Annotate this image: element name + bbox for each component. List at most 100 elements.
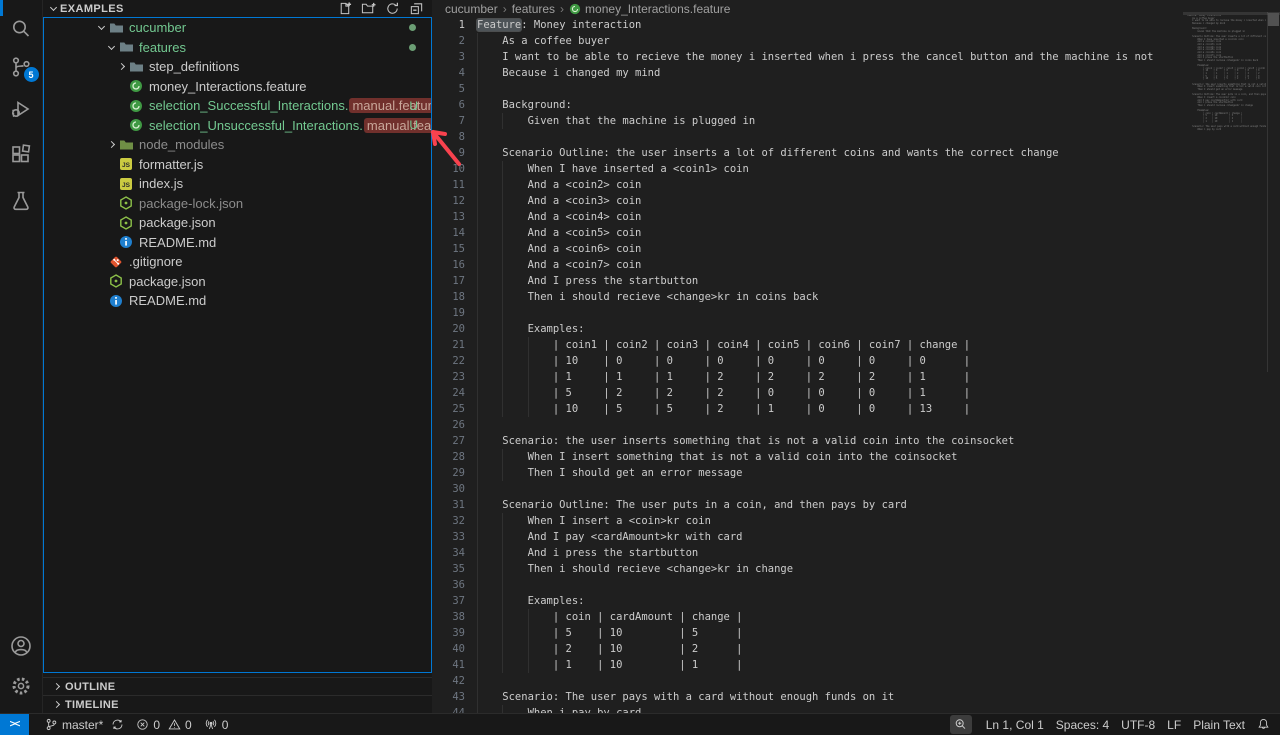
language-mode-status[interactable]: Plain Text [1187,714,1251,735]
cursor-position-status[interactable]: Ln 1, Col 1 [980,714,1050,735]
search-icon[interactable] [0,16,43,42]
minimap-slider[interactable] [1268,13,1279,26]
eol-status[interactable]: LF [1161,714,1187,735]
code-line[interactable]: 28 When I insert something that is not a… [432,449,1280,465]
code-line[interactable]: 19 [432,305,1280,321]
code-line[interactable]: 20 Examples: [432,321,1280,337]
code-line[interactable]: 31 Scenario Outline: The user puts in a … [432,497,1280,513]
code-line[interactable]: 21 | coin1 | coin2 | coin3 | coin4 | coi… [432,337,1280,353]
code-line[interactable]: 34 And i press the startbutton [432,545,1280,561]
chevron-down-icon[interactable] [94,26,108,29]
tree-item-selection-successful-interactions-[interactable]: selection_Successful_Interactions.manual… [44,96,431,116]
refresh-icon[interactable] [384,1,400,17]
code-line[interactable]: 9 Scenario Outline: the user inserts a l… [432,145,1280,161]
breadcrumb-folder[interactable]: features [512,2,555,16]
tree-item-label: money_Interactions.feature [149,79,307,94]
code-line[interactable]: 18 Then i should recieve <change>kr in c… [432,289,1280,305]
tree-item-package-json[interactable]: package.json [44,213,431,233]
problems-status[interactable]: 0 0 [130,714,197,735]
code-line[interactable]: 16 And a <coin7> coin [432,257,1280,273]
code-line[interactable]: 38 | coin | cardAmount | change | [432,609,1280,625]
code-line[interactable]: 23 | 1 | 1 | 1 | 2 | 2 | 2 | 2 | 1 | [432,369,1280,385]
collapse-all-icon[interactable] [408,1,424,17]
explorer-header[interactable]: EXAMPLES [43,0,432,17]
breadcrumb-folder[interactable]: cucumber [445,2,498,16]
account-icon[interactable] [0,633,43,659]
code-line[interactable]: 3 I want to be able to recieve the money… [432,49,1280,65]
tree-item-cucumber[interactable]: cucumber [44,18,431,38]
code-editor[interactable]: 1Feature: Money interaction2 As a coffee… [432,17,1280,713]
tree-item-package-json[interactable]: package.json [44,272,431,292]
chevron-right-icon[interactable] [114,64,128,69]
tree-item-readme-md[interactable]: README.md [44,233,431,253]
code-line[interactable]: 44 When i pay by card [432,705,1280,713]
code-line[interactable]: 2 As a coffee buyer [432,33,1280,49]
code-line[interactable]: 30 [432,481,1280,497]
code-line-text: And a <coin4> coin [477,209,641,225]
git-branch-status[interactable]: master* [39,714,130,735]
tree-item-selection-unsuccessful-interactions-[interactable]: selection_Unsuccessful_Interactions.manu… [44,116,431,136]
notifications-bell-icon[interactable] [1251,714,1280,735]
testing-icon[interactable] [0,188,43,214]
code-line[interactable]: 7 Given that the machine is plugged in [432,113,1280,129]
tree-item-formatter-js[interactable]: JSformatter.js [44,155,431,175]
tree-item-step-definitions[interactable]: step_definitions [44,57,431,77]
code-line[interactable]: 39 | 5 | 10 | 5 | [432,625,1280,641]
code-line[interactable]: 43 Scenario: The user pays with a card w… [432,689,1280,705]
code-line[interactable]: 41 | 1 | 10 | 1 | [432,657,1280,673]
code-line[interactable]: 6 Background: [432,97,1280,113]
code-line[interactable]: 10 When I have inserted a <coin1> coin [432,161,1280,177]
code-line[interactable]: 26 [432,417,1280,433]
new-file-icon[interactable] [336,1,352,17]
code-line[interactable]: 11 And a <coin2> coin [432,177,1280,193]
encoding-status[interactable]: UTF-8 [1115,714,1161,735]
run-debug-icon[interactable] [0,96,43,122]
settings-gear-icon[interactable] [0,673,43,699]
tree-item--gitignore[interactable]: .gitignore [44,252,431,272]
code-line[interactable]: 40 | 2 | 10 | 2 | [432,641,1280,657]
code-line[interactable]: 29 Then I should get an error message [432,465,1280,481]
breadcrumb-file[interactable]: money_Interactions.feature [569,2,730,16]
extensions-icon[interactable] [0,142,43,168]
code-line[interactable]: 13 And a <coin4> coin [432,209,1280,225]
code-line[interactable]: 1Feature: Money interaction [432,17,1280,33]
tree-item-features[interactable]: features [44,38,431,58]
minimap[interactable]: Feature: Money interaction As a coffee b… [1183,12,1280,713]
chevron-right-icon[interactable] [104,142,118,147]
file-tree[interactable]: cucumberfeaturesstep_definitions money_In… [43,17,432,673]
code-line[interactable]: 5 [432,81,1280,97]
chevron-down-icon[interactable] [104,46,118,49]
code-line[interactable]: 27 Scenario: the user inserts something … [432,433,1280,449]
code-line[interactable]: 4 Because i changed my mind [432,65,1280,81]
code-line[interactable]: 24 | 5 | 2 | 2 | 2 | 0 | 0 | 0 | 1 | [432,385,1280,401]
ports-status[interactable]: 0 [198,714,235,735]
remote-indicator[interactable]: >< [0,714,29,735]
code-line[interactable]: 8 [432,129,1280,145]
breadcrumb[interactable]: cucumber › features › money_Interactions… [432,0,1280,17]
code-line[interactable]: 37 Examples: [432,593,1280,609]
new-folder-icon[interactable] [360,1,376,17]
line-number: 5 [432,81,465,97]
code-line[interactable]: 25 | 10 | 5 | 5 | 2 | 1 | 0 | 0 | 13 | [432,401,1280,417]
zoom-tool-icon[interactable] [950,715,972,734]
code-line[interactable]: 36 [432,577,1280,593]
tree-item-readme-md[interactable]: README.md [44,291,431,311]
tree-item-index-js[interactable]: JSindex.js [44,174,431,194]
code-line[interactable]: 15 And a <coin6> coin [432,241,1280,257]
code-line[interactable]: 17 And I press the startbutton [432,273,1280,289]
code-line[interactable]: 14 And a <coin5> coin [432,225,1280,241]
indent-guide [502,289,503,305]
timeline-panel-header[interactable]: TIMELINE [43,695,432,713]
code-line[interactable]: 22 | 10 | 0 | 0 | 0 | 0 | 0 | 0 | 0 | [432,353,1280,369]
code-line[interactable]: 32 When I insert a <coin>kr coin [432,513,1280,529]
source-control-icon[interactable]: 5 [0,54,43,80]
tree-item-node-modules[interactable]: node_modules [44,135,431,155]
code-line[interactable]: 33 And I pay <cardAmount>kr with card [432,529,1280,545]
tree-item-money-interactions-feature[interactable]: money_Interactions.feature [44,77,431,97]
outline-panel-header[interactable]: OUTLINE [43,677,432,695]
tree-item-package-lock-json[interactable]: package-lock.json [44,194,431,214]
indentation-status[interactable]: Spaces: 4 [1050,714,1115,735]
code-line[interactable]: 12 And a <coin3> coin [432,193,1280,209]
code-line[interactable]: 42 [432,673,1280,689]
code-line[interactable]: 35 Then i should recieve <change>kr in c… [432,561,1280,577]
